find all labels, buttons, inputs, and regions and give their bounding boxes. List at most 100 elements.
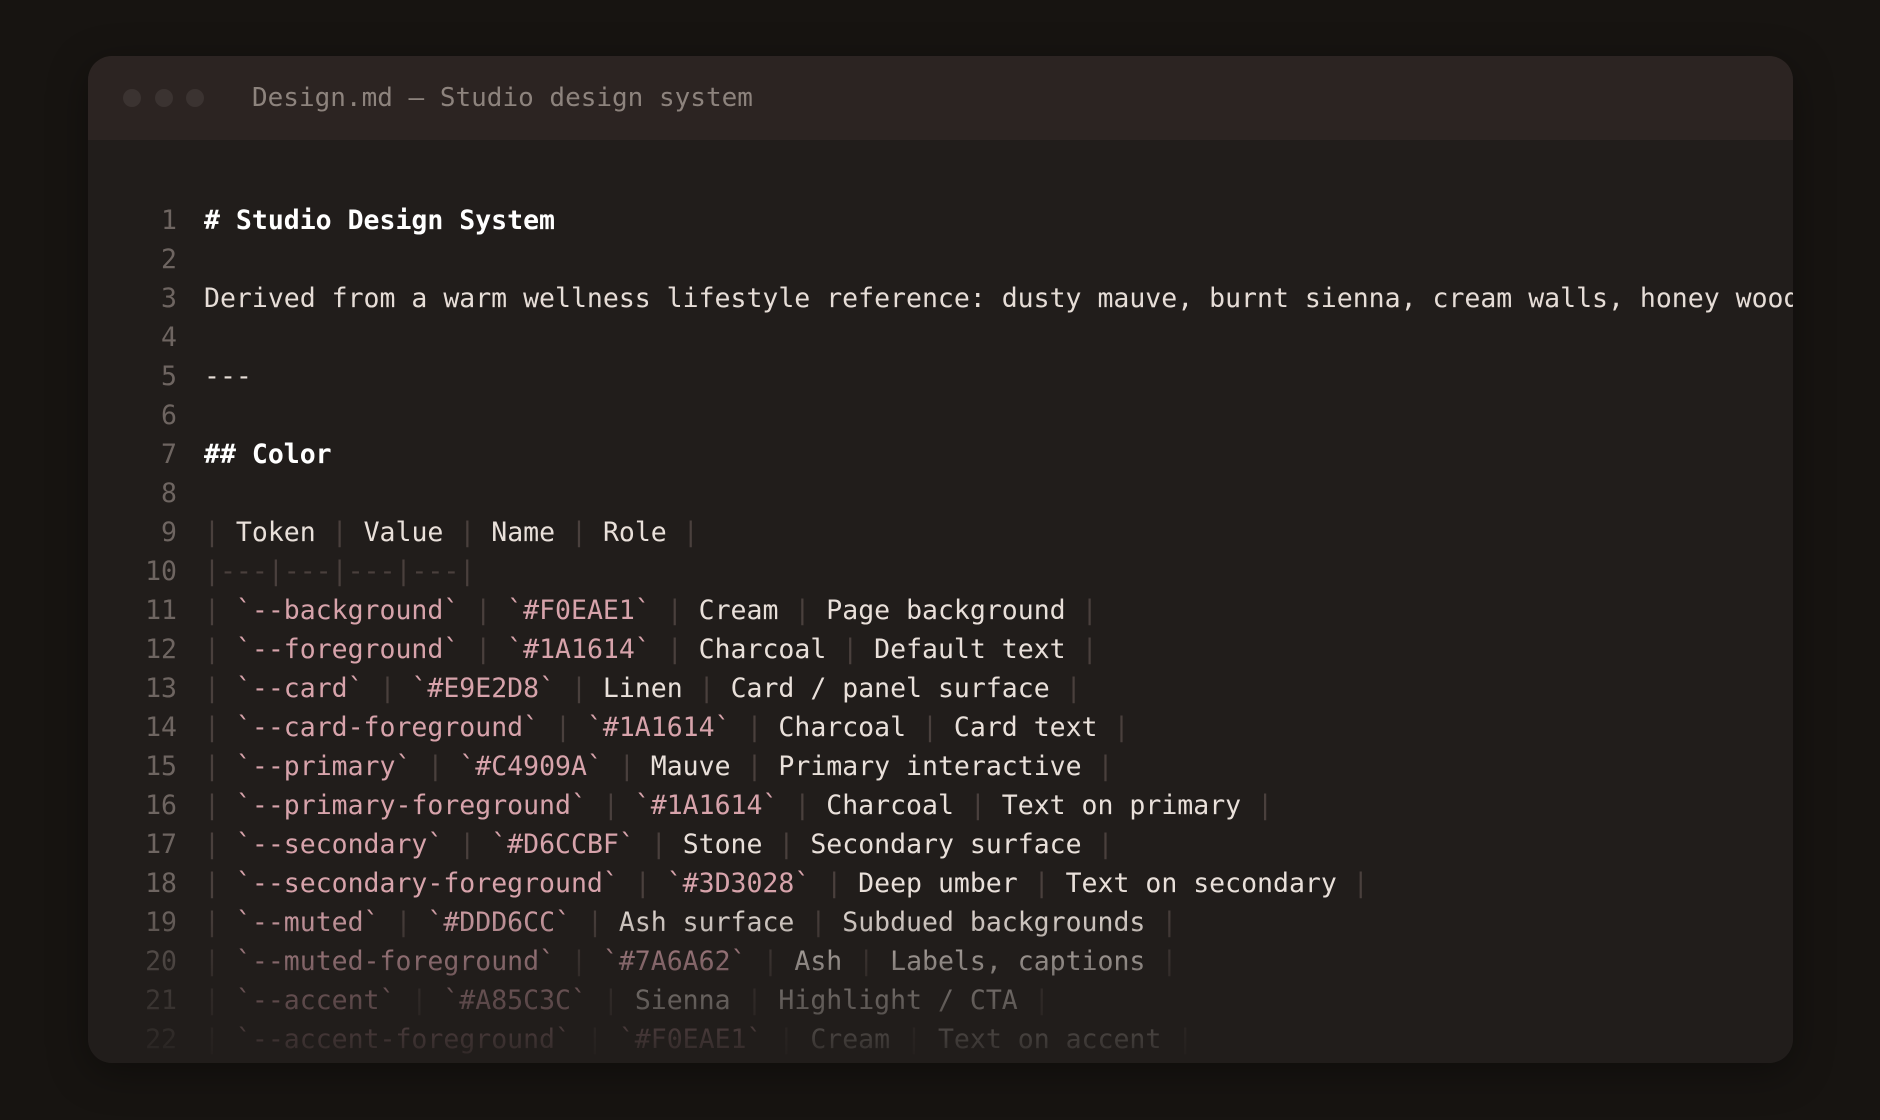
table-pipe: | [762,1024,811,1055]
minimize-window-button[interactable] [155,89,173,107]
line-number: 23 [88,1059,177,1063]
table-pipe: | [363,673,412,704]
color-name: Mauve [650,751,731,782]
heading-2: ## Color [204,439,332,470]
editor-line[interactable]: 2 [88,240,1793,279]
table-pipe: | [586,985,635,1016]
line-number: 20 [145,946,177,977]
table-pipe: | [1065,634,1098,665]
line-content: ## Color [204,435,332,474]
editor-line[interactable]: 3 Derived from a warm wellness lifestyle … [88,279,1793,318]
line-content: | `--primary` | `#C4909A` | Mauve | Prim… [204,747,1113,786]
table-pipe: | [204,946,236,977]
token-value: `#1A1614` [507,634,651,665]
editor-line[interactable]: 4 [88,318,1793,357]
table-pipe: | [204,673,236,704]
editor-line[interactable]: 11 | `--background` | `#F0EAE1` | Cream |… [88,591,1793,630]
editor-line[interactable]: 15 | `--primary` | `#C4909A` | Mauve | Pr… [88,747,1793,786]
editor-line[interactable]: 9 | Token | Value | Name | Role | [88,513,1793,552]
color-name: Deep umber [858,868,1018,899]
token-value: `#1A1614` [586,712,731,743]
table-header-cell: Token [235,517,316,548]
editor-line[interactable]: 5 --- [88,357,1793,396]
table-pipe: | [204,829,236,860]
table-pipe: | [204,868,236,899]
editor-line[interactable]: 10 |---|---|---|---| [88,552,1793,591]
table-pipe: | [1017,868,1066,899]
editor-line[interactable]: 1 # Studio Design System [88,201,1793,240]
line-number: 5 [161,361,177,392]
table-pipe: | [411,751,460,782]
token-value: `#3D3028` [666,868,811,899]
line-content: | `--background` | `#F0EAE1` | Cream | P… [204,591,1098,630]
color-role: Text on accent [937,1024,1162,1055]
editor-line[interactable]: 20 | `--muted-foreground` | `#7A6A62` | A… [88,942,1793,981]
token-value: `#DDD6CC` [427,907,571,938]
line-content: | `--accent-foreground` | `#F0EAE1` | Cr… [204,1020,1193,1059]
token-value: `#E9E2D8` [411,673,556,704]
token-name: `--foreground` [235,634,460,665]
color-name: Linen [602,673,683,704]
table-pipe: | [1241,790,1274,821]
token-name: `--secondary-foreground` [235,868,619,899]
table-pipe: | [602,751,651,782]
line-text: --- [204,361,252,392]
editor-line[interactable]: 7 ## Color [88,435,1793,474]
table-pipe: | [555,673,603,704]
token-value: `#F0EAE1` [507,595,651,626]
line-number: 17 [145,829,177,860]
token-name: `--background` [235,595,460,626]
line-number: 12 [145,634,177,665]
token-value: `#7A6A62` [602,946,747,977]
editor-line[interactable]: 17 | `--secondary` | `#D6CCBF` | Stone | … [88,825,1793,864]
table-pipe: | [570,1024,619,1055]
line-number: 19 [145,907,177,938]
color-name: Charcoal [778,712,907,743]
color-role: Labels, captions [890,946,1146,977]
color-role: Card text [953,712,1098,743]
editor-line[interactable]: 23 | `--border` | `rgba(26,22,20,.14)` | … [88,1059,1793,1063]
color-name: Cream [698,595,779,626]
editor-line[interactable]: 8 [88,474,1793,513]
table-pipe: | [204,1024,236,1055]
editor-line[interactable]: 13 | `--card` | `#E9E2D8` | Linen | Card … [88,669,1793,708]
color-name: Charcoal [698,634,827,665]
line-content: | `--foreground` | `#1A1614` | Charcoal … [204,630,1098,669]
editor-line[interactable]: 12 | `--foreground` | `#1A1614` | Charcoa… [88,630,1793,669]
editor-line[interactable]: 16 | `--primary-foreground` | `#1A1614` |… [88,786,1793,825]
color-role: Default text [874,634,1066,665]
table-pipe: | [204,751,236,782]
token-value: `#D6CCBF` [491,829,635,860]
line-number: 13 [145,673,177,704]
line-number: 2 [161,244,177,275]
token-value: `#C4909A` [459,751,603,782]
color-role: Text on secondary [1065,868,1337,899]
table-pipe: | [204,595,236,626]
editor-line[interactable]: 19 | `--muted` | `#DDD6CC` | Ash surface … [88,903,1793,942]
color-role: Page background [826,595,1066,626]
line-number: 21 [145,985,177,1016]
editor-line[interactable]: 6 [88,396,1793,435]
table-pipe: | [1336,868,1369,899]
table-divider: |---|---|---|---| [204,556,476,587]
table-pipe: | [555,946,603,977]
table-pipe: | [650,595,699,626]
line-content: # Studio Design System [204,201,555,240]
editor-line[interactable]: 18 | `--secondary-foreground` | `#3D3028`… [88,864,1793,903]
table-pipe: | [459,595,508,626]
table-pipe: | [746,946,795,977]
editor-line[interactable]: 14 | `--card-foreground` | `#1A1614` | Ch… [88,708,1793,747]
table-pipe: | [379,907,428,938]
table-pipe: | [1097,712,1130,743]
color-role: Text on primary [1001,790,1242,821]
table-pipe: | [204,790,236,821]
editor-line[interactable]: 21 | `--accent` | `#A85C3C` | Sienna | Hi… [88,981,1793,1020]
token-value: `#1A1614` [634,790,779,821]
markdown-editor[interactable]: 1 # Studio Design System 2 3 Derived from a … [88,140,1793,1063]
editor-line[interactable]: 22 | `--accent-foreground` | `#F0EAE1` | … [88,1020,1793,1059]
line-number: 8 [161,478,177,509]
table-pipe: | [1145,946,1178,977]
line-content: | `--muted` | `#DDD6CC` | Ash surface | … [204,903,1177,942]
close-window-button[interactable] [123,89,141,107]
zoom-window-button[interactable] [186,89,204,107]
